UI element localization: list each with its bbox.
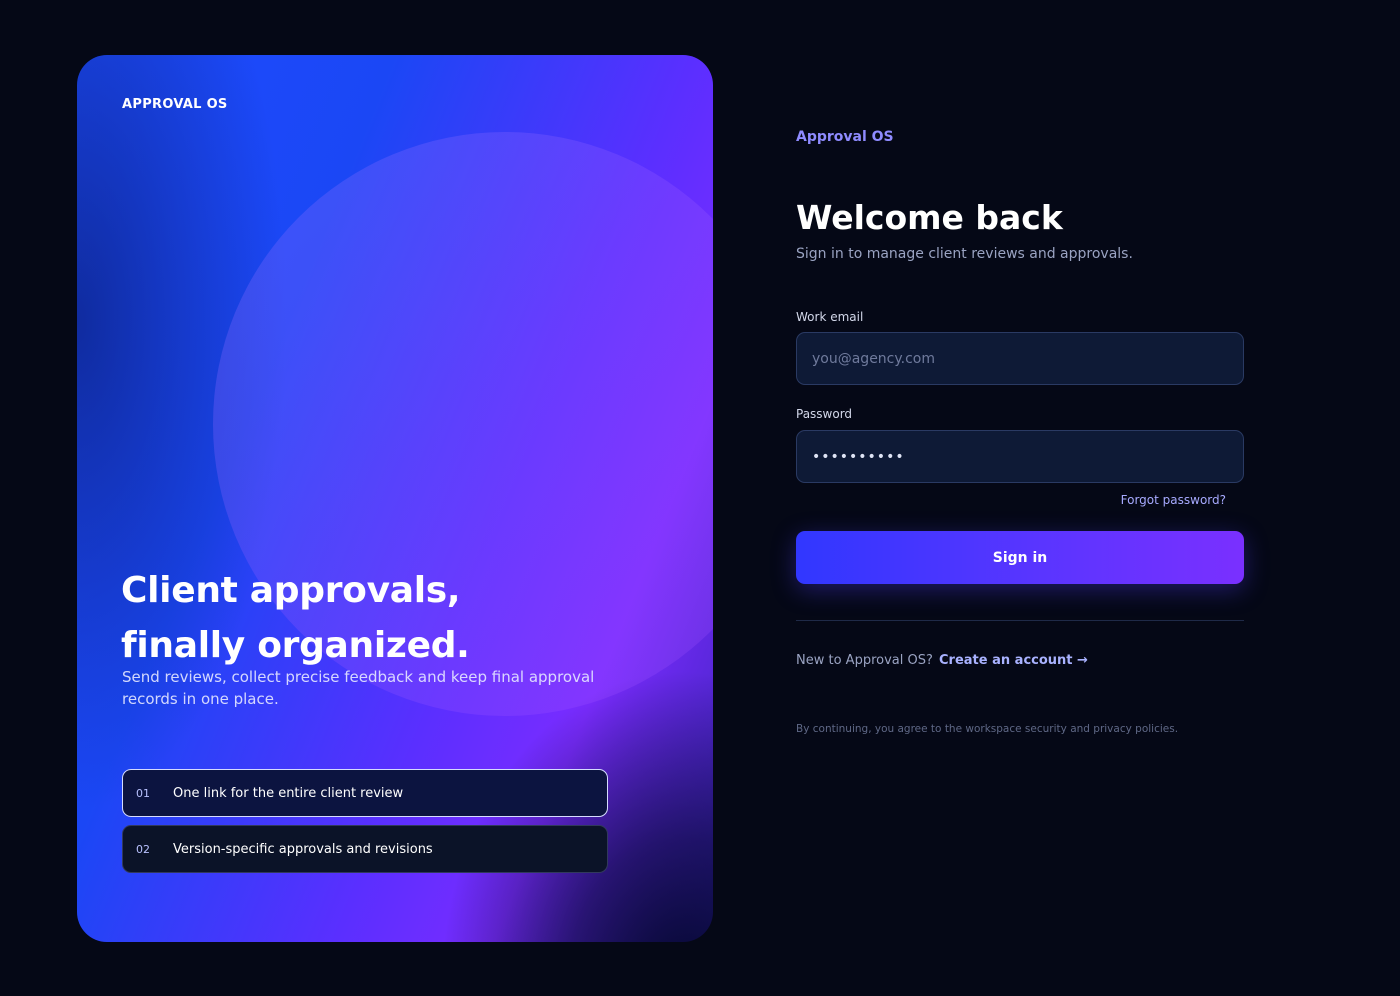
page-title: Welcome back	[796, 198, 1063, 237]
forgot-password-link[interactable]: Forgot password?	[1121, 493, 1226, 507]
email-label: Work email	[796, 310, 864, 324]
divider	[796, 620, 1244, 621]
password-field[interactable]	[796, 430, 1244, 483]
email-field[interactable]	[796, 332, 1244, 385]
signup-row: New to Approval OS? Create an account →	[796, 653, 1088, 668]
page-subtitle: Sign in to manage client reviews and app…	[796, 246, 1133, 262]
legal-notice: By continuing, you agree to the workspac…	[796, 723, 1179, 735]
hero-panel: APPROVAL OS Client approvals, finally or…	[77, 55, 713, 942]
feature-number: 01	[136, 786, 150, 800]
hero-title: Client approvals, finally organized.	[121, 563, 641, 673]
feature-item: 01 One link for the entire client review	[122, 769, 608, 817]
create-account-link[interactable]: Create an account →	[939, 653, 1088, 668]
hero-subtitle: Send reviews, collect precise feedback a…	[122, 668, 595, 708]
password-label: Password	[796, 407, 853, 421]
auth-brand: Approval OS	[796, 129, 894, 145]
hero-title-line-1: Client approvals,	[121, 570, 461, 611]
signup-prompt: New to Approval OS?	[796, 653, 933, 668]
feature-text: One link for the entire client review	[173, 785, 404, 801]
hero-title-line-2: finally organized.	[121, 625, 470, 666]
signin-button[interactable]: Sign in	[796, 531, 1244, 584]
hero-brand: APPROVAL OS	[122, 97, 228, 112]
feature-item: 02 Version-specific approvals and revisi…	[122, 825, 608, 873]
login-page: APPROVAL OS Client approvals, finally or…	[0, 0, 1400, 996]
feature-number: 02	[136, 842, 150, 856]
feature-text: Version-specific approvals and revisions	[173, 841, 433, 857]
